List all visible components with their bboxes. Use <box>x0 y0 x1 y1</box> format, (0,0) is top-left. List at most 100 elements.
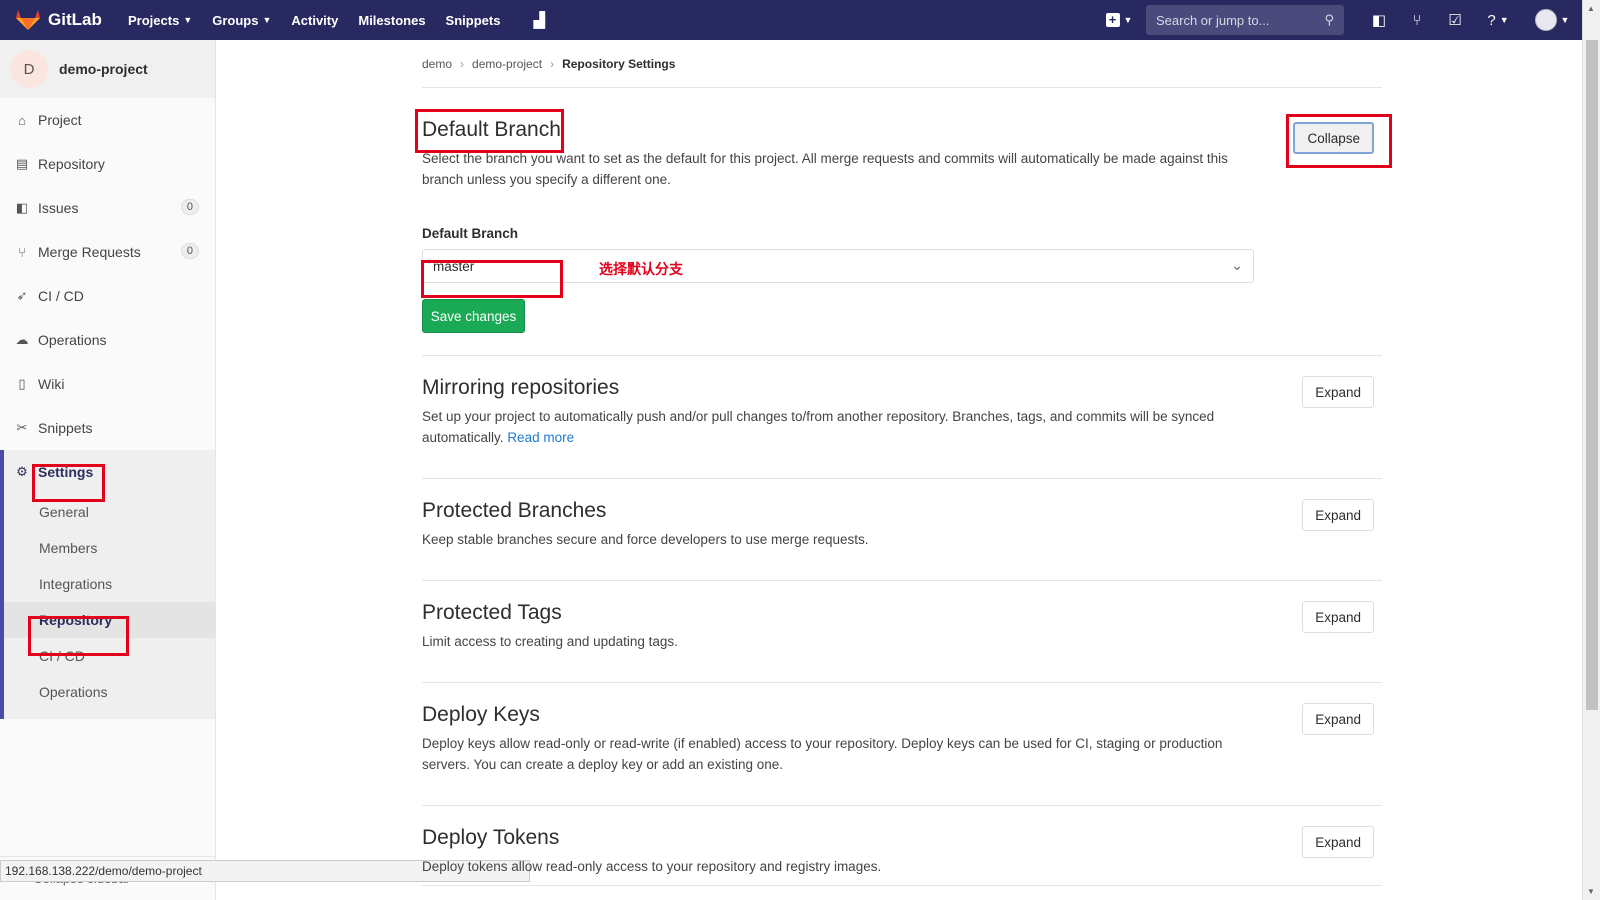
settings-subitem-members[interactable]: Members <box>4 530 215 566</box>
search-input[interactable]: Search or jump to... ⚲ <box>1146 5 1344 35</box>
help-dropdown[interactable]: ? ▼ <box>1474 12 1522 29</box>
nav-snippets-link[interactable]: Snippets <box>446 13 501 28</box>
chevron-down-icon: ▼ <box>1499 15 1509 25</box>
project-name: demo-project <box>59 61 148 77</box>
highlight-box <box>421 260 563 298</box>
highlight-box <box>32 464 105 502</box>
navbar-right: + ▼ Search or jump to... ⚲ ◧ ⑂ ☑ ? ▼ ▼ <box>1098 0 1582 40</box>
sidebar-item-issues[interactable]: ◧ Issues 0 <box>0 186 215 230</box>
nav-link-label: Groups <box>212 12 259 28</box>
activity-chart-icon[interactable]: ▟ <box>520 11 558 29</box>
new-dropdown[interactable]: + ▼ <box>1098 13 1140 27</box>
breadcrumb-item[interactable]: demo-project <box>472 57 542 71</box>
expand-button[interactable]: Expand <box>1302 376 1374 408</box>
breadcrumb: demo › demo-project › Repository Setting… <box>422 40 1382 88</box>
section-title: Mirroring repositories <box>422 376 620 399</box>
section-description: Deploy tokens allow read-only access to … <box>422 856 1262 877</box>
plus-icon: + <box>1105 13 1120 27</box>
section-protected-branches: Protected Branches Keep stable branches s… <box>422 479 1382 581</box>
nav-link-label: Snippets <box>445 12 501 28</box>
gitlab-logo-link[interactable]: GitLab <box>16 9 116 31</box>
scrollbar-thumb[interactable] <box>1586 40 1598 710</box>
section-title: Protected Branches <box>422 499 607 522</box>
save-changes-button[interactable]: Save changes <box>422 299 525 333</box>
sidebar-item-snippets[interactable]: ✂ Snippets <box>0 406 215 450</box>
help-icon: ? <box>1487 11 1496 29</box>
top-navbar: GitLab Projects ▼ Groups ▼ Activity Milestone… <box>0 0 1582 40</box>
nav-groups-link[interactable]: Groups ▼ <box>212 13 271 28</box>
section-title: Deploy Keys <box>422 703 540 726</box>
sidebar-item-label: Wiki <box>38 376 65 392</box>
chevron-right-icon: › <box>550 56 555 71</box>
settings-subitem-operations[interactable]: Operations <box>4 674 215 710</box>
nav-link-label: Milestones <box>358 12 426 28</box>
section-description: Limit access to creating and updating ta… <box>422 631 1262 652</box>
sidebar-item-merge-requests[interactable]: ⑂ Merge Requests 0 <box>0 230 215 274</box>
nav-activity-link[interactable]: Activity <box>291 13 338 28</box>
settings-subitem-integrations[interactable]: Integrations <box>4 566 215 602</box>
sidebar-item-label: Merge Requests <box>38 244 141 260</box>
chevron-down-icon: ▼ <box>1123 15 1133 25</box>
section-description: Deploy keys allow read-only or read-writ… <box>422 733 1262 775</box>
section-description: Set up your project to automatically pus… <box>422 406 1262 448</box>
sidebar-item-label: Snippets <box>38 420 93 436</box>
count-badge: 0 <box>180 243 199 259</box>
section-protected-tags: Protected Tags Limit access to creating a… <box>422 581 1382 683</box>
highlight-box <box>1286 114 1392 168</box>
sidebar-item-wiki[interactable]: ▯ Wiki <box>0 362 215 406</box>
issues-icon: ◧ <box>15 200 29 215</box>
default-branch-section: Default Branch Select the branch you wan… <box>415 88 1392 356</box>
scroll-up-icon[interactable]: ▲ <box>1587 4 1595 13</box>
expand-button[interactable]: Expand <box>1302 703 1374 735</box>
section-description: Keep stable branches secure and force de… <box>422 529 1262 550</box>
user-avatar <box>1534 9 1557 31</box>
gitlab-tanuki-icon <box>16 10 40 30</box>
nav-milestones-link[interactable]: Milestones <box>358 13 425 28</box>
sidebar-item-label: Project <box>38 112 82 128</box>
rocket-icon: ➶ <box>16 288 28 303</box>
expand-button[interactable]: Expand <box>1302 601 1374 633</box>
highlight-box <box>415 109 564 153</box>
todos-icon[interactable]: ☑ <box>1436 11 1474 29</box>
merge-request-icon: ⑂ <box>18 244 26 260</box>
brand-name: GitLab <box>48 10 102 29</box>
user-menu[interactable]: ▼ <box>1522 9 1582 31</box>
chevron-down-icon: ▼ <box>183 15 193 25</box>
sidebar-item-ci-cd[interactable]: ➶ CI / CD <box>0 274 215 318</box>
gear-icon: ⚙ <box>16 464 28 479</box>
expand-button[interactable]: Expand <box>1302 499 1374 531</box>
section-description: Select the branch you want to set as the… <box>422 151 1228 187</box>
section-description-text: Limit access to creating and updating ta… <box>422 634 678 649</box>
breadcrumb-item[interactable]: demo <box>422 57 452 71</box>
nav-projects-link[interactable]: Projects ▼ <box>128 13 192 28</box>
sidebar-item-operations[interactable]: ☁ Operations <box>0 318 215 362</box>
sidebar-item-repository[interactable]: ▤ Repository <box>0 142 215 186</box>
nav-link-label: Projects <box>128 12 180 28</box>
section-description-text: Deploy keys allow read-only or read-writ… <box>422 736 1223 772</box>
read-more-link[interactable]: Read more <box>507 430 574 445</box>
breadcrumb-current: Repository Settings <box>562 56 676 71</box>
sidebar-project-header[interactable]: D demo-project <box>0 40 215 98</box>
scissors-icon: ✂ <box>16 420 28 435</box>
scroll-down-icon[interactable]: ▼ <box>1587 887 1595 896</box>
sidebar-item-project[interactable]: ⌂ Project <box>0 98 215 142</box>
section-description-text: Deploy tokens allow read-only access to … <box>422 859 882 874</box>
merge-requests-nav-icon[interactable]: ⑂ <box>1398 12 1436 29</box>
issues-nav-icon[interactable]: ◧ <box>1360 11 1398 29</box>
annotation-text: 选择默认分支 <box>599 261 683 277</box>
section-title: Deploy Tokens <box>422 826 560 849</box>
cloud-gear-icon: ☁ <box>15 332 29 347</box>
default-branch-label: Default Branch <box>422 226 519 241</box>
expand-button[interactable]: Expand <box>1302 826 1374 858</box>
main-content: demo › demo-project › Repository Setting… <box>415 40 1392 886</box>
search-placeholder: Search or jump to... <box>1156 12 1270 28</box>
sidebar-item-label: Issues <box>38 200 79 216</box>
chevron-right-icon: › <box>460 56 465 71</box>
settings-submenu: General Members Integrations Repository CI /… <box>4 494 215 710</box>
nav-link-label: Activity <box>291 12 339 28</box>
chevron-down-icon: ⌄ <box>1231 257 1243 273</box>
wiki-icon: ▯ <box>18 376 26 391</box>
home-icon: ⌂ <box>18 112 26 128</box>
sidebar-item-label: Repository <box>38 156 105 172</box>
page-scrollbar[interactable]: ▲ ▼ <box>1582 0 1600 900</box>
